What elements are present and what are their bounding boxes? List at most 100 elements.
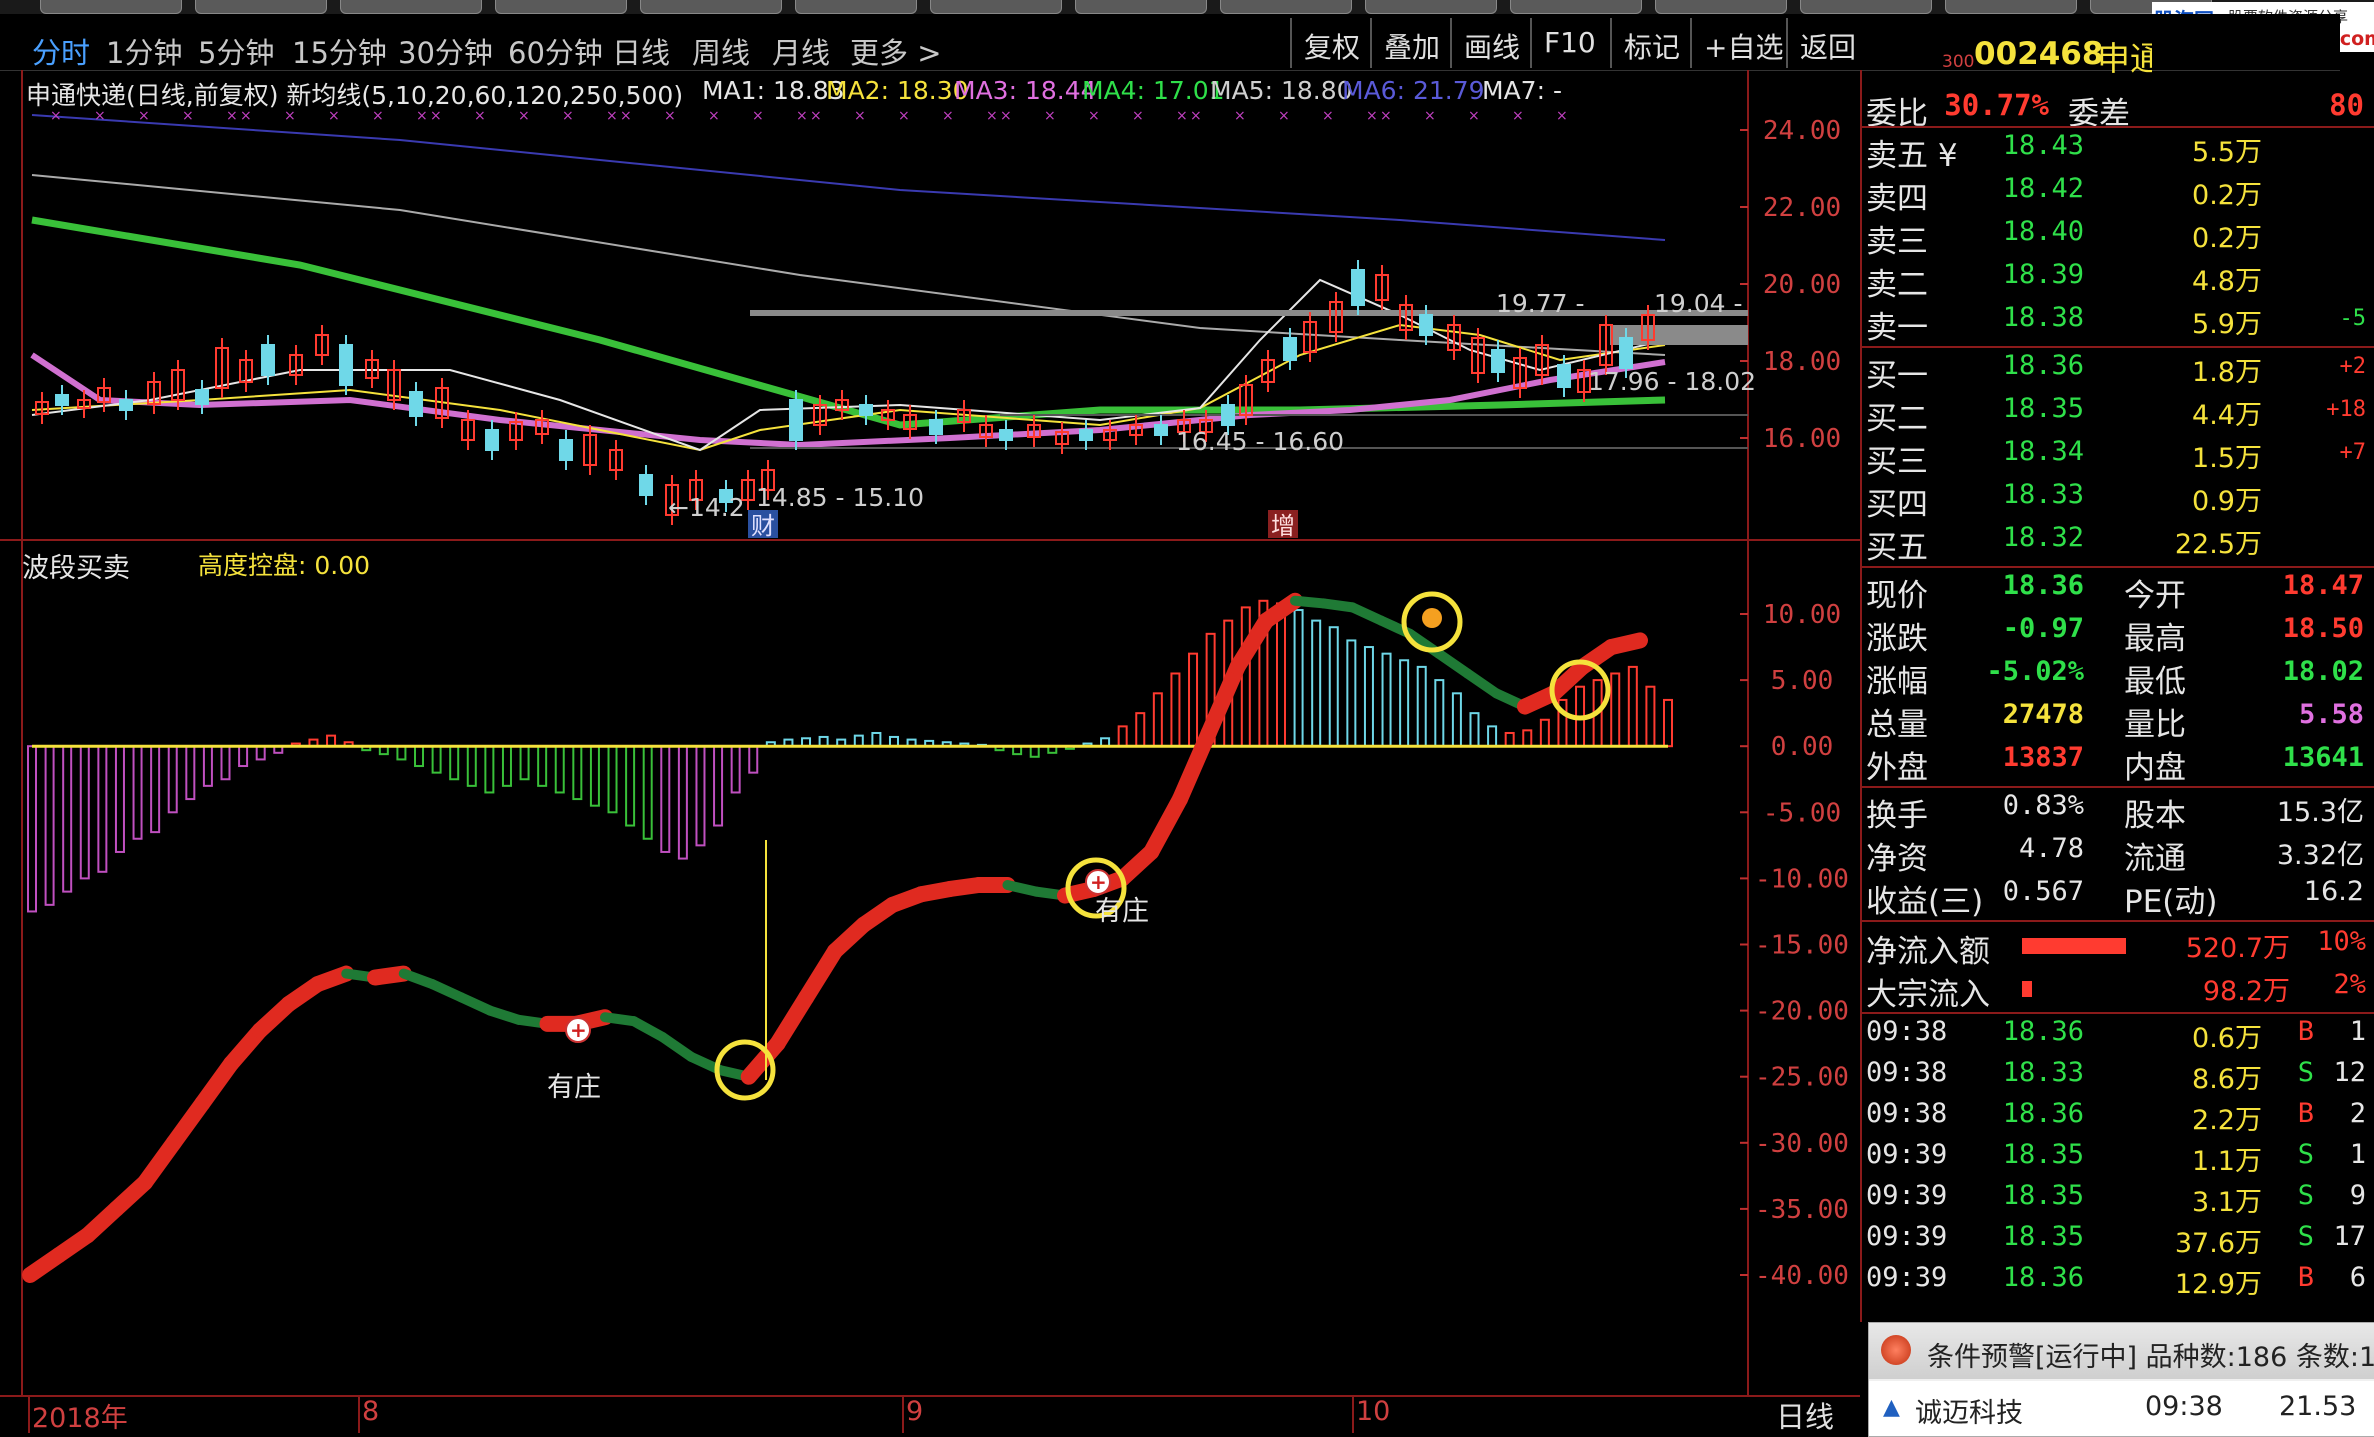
date-axis-label: 8: [362, 1396, 380, 1427]
wave-bar: [414, 745, 425, 768]
wave-bar: [1451, 692, 1462, 748]
date-axis-label: 10: [1356, 1396, 1391, 1427]
top-menu-button[interactable]: [1655, 0, 1787, 14]
wave-bar: [1029, 745, 1040, 758]
wave-bar: [1170, 672, 1181, 748]
top-menu-button[interactable]: [1800, 0, 1932, 14]
signal-marker: ×: [986, 108, 998, 124]
date-axis-tick: [28, 1397, 30, 1433]
alert-row-time: 09:38: [2145, 1391, 2223, 1422]
wave-bar: [1469, 712, 1480, 748]
top-menu-button[interactable]: [1075, 0, 1207, 14]
top-menu-button[interactable]: [195, 0, 327, 14]
sub-axis-label: -20.00: [1755, 997, 1849, 1027]
wave-bar: [1539, 718, 1550, 748]
candle-body: [1079, 429, 1093, 441]
wave-bar: [1293, 609, 1304, 748]
toolbar-button[interactable]: +自选: [1690, 18, 1791, 68]
wave-bar: [660, 745, 671, 853]
alert-header[interactable]: 条件预警[运行中] 品种数:186 条数:1: [1869, 1323, 2374, 1379]
wave-bar: [1663, 698, 1673, 748]
alert-row[interactable]: ▲ 诚迈科技 09:38 21.53: [1869, 1381, 2374, 1436]
wave-line-segment: [1462, 668, 1502, 699]
period-item[interactable]: 30分钟: [398, 30, 493, 72]
signal-marker: ×: [1088, 108, 1100, 124]
top-menu-button[interactable]: [1365, 0, 1497, 14]
buy-change: +2: [2339, 354, 2367, 379]
toolbar-button[interactable]: 返回: [1786, 18, 1864, 68]
signal-marker: ×: [1132, 108, 1144, 124]
toolbar-button[interactable]: 画线: [1450, 18, 1528, 68]
wave-bar: [1610, 672, 1621, 748]
top-menu-button[interactable]: [930, 0, 1062, 14]
wave-line-segment: [657, 1032, 697, 1062]
top-menu-button[interactable]: [1510, 0, 1642, 14]
top-menu-button[interactable]: [1220, 0, 1352, 14]
period-item[interactable]: 1分钟: [106, 30, 182, 72]
stat-value: 18.50: [2282, 613, 2364, 644]
sub-axis-label: -10.00: [1755, 864, 1849, 894]
period-item[interactable]: 15分钟: [292, 30, 387, 72]
wave-bar: [853, 734, 864, 748]
sub-axis-label: -40.00: [1755, 1261, 1849, 1291]
sell-volume: 5.5万: [2192, 137, 2262, 168]
chart-area[interactable]: 24.0022.0020.0018.0016.00× × × × × × × × × × × × × × ×…: [0, 70, 1860, 1395]
signal-marker: ×: [942, 108, 954, 124]
top-menu-button[interactable]: [495, 0, 627, 14]
tick-count: 1: [2349, 1139, 2366, 1170]
annotation-low-range: 14.85 - 15.10: [756, 483, 924, 512]
top-menu-button[interactable]: [40, 0, 182, 14]
sub-axis-label: -25.00: [1755, 1063, 1849, 1093]
panel-separator: [1862, 1012, 2374, 1014]
period-item[interactable]: 5分钟: [198, 30, 274, 72]
stat-value: 18.47: [2282, 570, 2364, 601]
signal-marker: ×: [796, 108, 808, 124]
plus-icon-glyph: +: [1090, 870, 1107, 894]
date-axis-bar: [0, 1395, 1860, 1437]
period-mode-label[interactable]: 日线: [1776, 1394, 1834, 1436]
buy-volume: 22.5万: [2174, 529, 2262, 560]
wave-bar: [62, 745, 73, 893]
wave-line-segment: [1172, 724, 1217, 808]
candle-body: [1491, 349, 1505, 373]
annotation-low-label: ←14.2: [668, 493, 745, 522]
tick-count: 1: [2349, 1016, 2366, 1047]
candle-body: [261, 344, 275, 376]
sell-change: -5: [2339, 306, 2367, 331]
stock-prefix: 300: [1942, 52, 1975, 72]
price-axis-label: 18.00: [1763, 347, 1841, 377]
period-item[interactable]: 周线: [692, 30, 750, 72]
annotation-high-range: 19.77 -: [1496, 289, 1585, 318]
wave-bar: [1346, 639, 1357, 748]
toolbar-button[interactable]: 标记: [1610, 18, 1688, 68]
ma-line-white: [31, 278, 1666, 452]
top-menu-button[interactable]: [1945, 0, 2077, 14]
period-item[interactable]: 月线: [772, 30, 830, 72]
top-menu-button[interactable]: [640, 0, 782, 14]
youzhuang-label: 有庄: [1095, 896, 1149, 927]
period-item[interactable]: 分时: [32, 30, 90, 72]
toolbar-button[interactable]: F10: [1530, 18, 1604, 68]
weidiff-value: 80: [2329, 88, 2364, 122]
wave-bar: [150, 745, 161, 834]
top-menu-button[interactable]: [340, 0, 482, 14]
wave-bar: [1188, 652, 1199, 748]
wave-line-segment: [1258, 592, 1303, 629]
wave-line-segment: [1143, 791, 1188, 860]
wave-bar: [97, 745, 108, 873]
stat-value: 5.58: [2298, 699, 2364, 730]
toolbar-button[interactable]: 复权: [1290, 18, 1368, 68]
wave-bar: [449, 745, 460, 781]
period-item[interactable]: 日线: [612, 30, 670, 72]
signal-marker: ×: [854, 108, 866, 124]
alert-popup[interactable]: 条件预警[运行中] 品种数:186 条数:1 ▲ 诚迈科技 09:38 21.5…: [1868, 1322, 2374, 1437]
stock-code: 002468: [1974, 36, 2104, 72]
toolbar-button[interactable]: 叠加: [1370, 18, 1448, 68]
top-menu-button[interactable]: [795, 0, 917, 14]
period-item[interactable]: 更多 >: [850, 30, 942, 72]
wave-bar: [1627, 665, 1638, 748]
period-item[interactable]: 60分钟: [508, 30, 603, 72]
candle-body: [339, 344, 353, 386]
alert-row-name: 诚迈科技: [1915, 1398, 2023, 1429]
ma-legend-item: MA7: -: [1482, 76, 1562, 105]
